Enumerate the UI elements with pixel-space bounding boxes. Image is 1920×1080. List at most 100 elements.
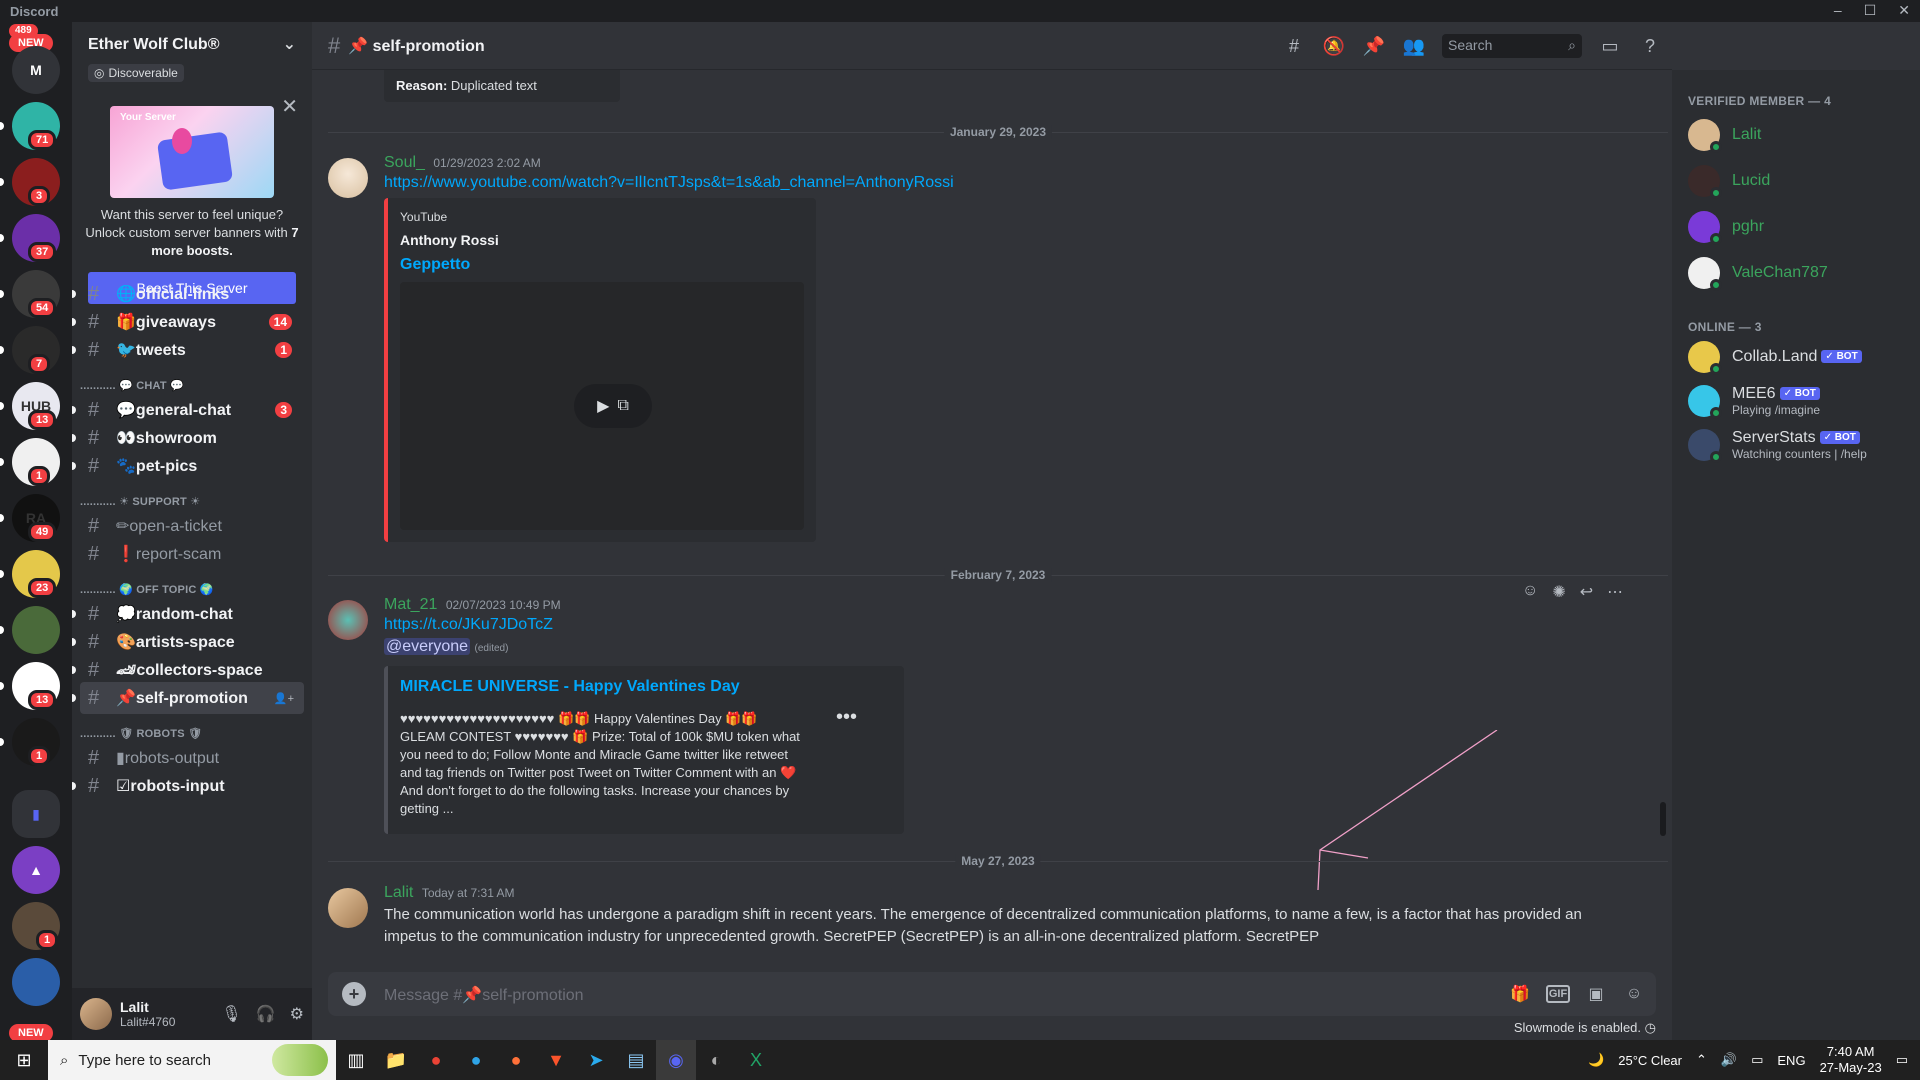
maximize-icon[interactable]: ☐ <box>1864 2 1877 19</box>
category-support[interactable]: ........... ☀ SUPPORT ☀ <box>80 495 200 508</box>
reply-icon[interactable]: ↩ <box>1580 582 1593 602</box>
minimize-icon[interactable]: – <box>1834 2 1842 19</box>
telegram-icon[interactable]: ➤ <box>576 1040 616 1080</box>
guild-item[interactable]: ▲ <box>12 846 60 894</box>
unread-indicator <box>0 178 4 186</box>
threads-icon[interactable]: # <box>1282 34 1306 58</box>
member-item[interactable]: MEE6 ✓ BOT Playing /imagine <box>1688 380 1908 422</box>
channel-name: ❗report-scam <box>116 546 222 563</box>
member-item[interactable]: Lalit <box>1688 114 1908 156</box>
add-reaction-icon[interactable]: ☺ <box>1522 582 1538 602</box>
channel-item[interactable]: # ☑robots-input <box>72 770 304 802</box>
discoverable-badge: ◎ Discoverable <box>88 64 184 82</box>
member-item[interactable]: Collab.Land ✓ BOT <box>1688 336 1908 378</box>
clock[interactable]: 7:40 AM 27-May-23 <box>1820 1044 1882 1076</box>
server-header[interactable]: Ether Wolf Club® ⌄ <box>72 22 312 68</box>
channel-item[interactable]: # ❗report-scam <box>80 538 304 570</box>
discord-taskbar-icon[interactable]: ◉ <box>656 1040 696 1080</box>
folder-icon[interactable]: ▮ <box>12 790 60 838</box>
pin-icon[interactable]: 📌 <box>1362 34 1386 58</box>
inbox-icon[interactable]: ▭ <box>1598 34 1622 58</box>
embed-author[interactable]: Anthony Rossi <box>400 232 499 248</box>
video-thumbnail[interactable]: ▶ ⧉ <box>400 282 804 530</box>
category-chat[interactable]: ........... 💬 CHAT 💬 <box>80 379 184 392</box>
firefox-icon[interactable]: ● <box>496 1040 536 1080</box>
member-item[interactable]: pghr <box>1688 206 1908 248</box>
more-icon[interactable]: ⋯ <box>1607 582 1623 602</box>
excel-icon[interactable]: X <box>736 1040 776 1080</box>
guild-badge: 23 <box>28 578 57 598</box>
member-list: VERIFIED MEMBER — 4 Lalit Lucid pghr ValeCh… <box>1672 70 1920 1040</box>
scrollbar-thumb[interactable] <box>1660 802 1666 836</box>
channel-item[interactable]: # 🐦tweets 1 <box>72 334 304 366</box>
invite-icon[interactable]: 👤+ <box>274 692 294 705</box>
volume-icon[interactable]: 🔊 <box>1721 1052 1737 1068</box>
message-input[interactable]: Message #📌self-promotion <box>384 985 584 1005</box>
channel-item[interactable]: # 📌self-promotion 👤+ <box>72 682 304 714</box>
file-explorer-icon[interactable]: 📁 <box>376 1040 416 1080</box>
guild-item[interactable] <box>12 606 60 654</box>
guild-m[interactable]: M <box>12 46 60 94</box>
gear-icon[interactable]: ⚙ <box>290 1004 304 1024</box>
message-timestamp: 02/07/2023 10:49 PM <box>445 598 561 612</box>
avatar[interactable] <box>80 998 112 1030</box>
notification-bell-muted-icon[interactable]: 🔕 <box>1322 34 1346 58</box>
emoji-icon[interactable]: ☺ <box>1622 982 1646 1006</box>
add-attachment-button[interactable]: + <box>342 982 366 1006</box>
add-super-reaction-icon[interactable]: ✺ <box>1552 582 1565 602</box>
notification-center-icon[interactable]: ▭ <box>1896 1052 1908 1068</box>
weather-text[interactable]: 25°C Clear <box>1618 1053 1682 1068</box>
mention-everyone[interactable]: @everyone <box>384 638 471 655</box>
member-item[interactable]: Lucid <box>1688 160 1908 202</box>
headphones-icon[interactable]: 🎧 <box>256 1004 276 1024</box>
embed-title[interactable]: Geppetto <box>400 256 470 274</box>
sticker-icon[interactable]: ▣ <box>1584 982 1608 1006</box>
online-header: ONLINE — 3 <box>1688 320 1762 334</box>
language-indicator[interactable]: ENG <box>1777 1053 1805 1068</box>
chevron-up-icon[interactable]: ⌃ <box>1696 1052 1707 1068</box>
message-author[interactable]: Soul_ <box>384 154 425 171</box>
message-author[interactable]: Lalit <box>384 884 413 901</box>
guild-item[interactable] <box>12 958 60 1006</box>
avatar[interactable] <box>328 600 368 640</box>
app-icon[interactable]: ◐ <box>696 1040 736 1080</box>
category-off-topic[interactable]: ........... 🌍 OFF TOPIC 🌍 <box>80 583 214 596</box>
chevron-down-icon[interactable]: ⌄ <box>283 34 296 54</box>
channel-name: 💬general-chat <box>116 402 232 419</box>
unread-indicator <box>0 682 4 690</box>
member-item[interactable]: ServerStats ✓ BOT Watching counters | /hel… <box>1688 424 1908 466</box>
discoverable-label: Discoverable <box>108 66 178 80</box>
message-composer[interactable]: + Message #📌self-promotion 🎁 GIF ▣ ☺ <box>328 972 1656 1016</box>
tco-link[interactable]: https://t.co/JKu7JDoTcZ <box>384 616 553 634</box>
play-button[interactable]: ▶ ⧉ <box>574 384 652 428</box>
edge-icon[interactable]: ● <box>456 1040 496 1080</box>
brave-icon[interactable]: ▼ <box>536 1040 576 1080</box>
member-name: Collab.Land <box>1732 348 1818 365</box>
embed-title[interactable]: MIRACLE UNIVERSE - Happy Valentines Day <box>400 678 740 696</box>
search-input[interactable]: Search ⌕ <box>1442 34 1582 58</box>
notepad-icon[interactable]: ▤ <box>616 1040 656 1080</box>
network-icon[interactable]: ▭ <box>1751 1052 1763 1068</box>
youtube-link[interactable]: https://www.youtube.com/watch?v=IlIcntTJ… <box>384 174 954 192</box>
chrome-icon[interactable]: ● <box>416 1040 456 1080</box>
avatar[interactable] <box>328 158 368 198</box>
avatar[interactable] <box>328 888 368 928</box>
category-robots[interactable]: ........... 🛡 ROBOTS 🛡 <box>80 727 202 740</box>
search-placeholder: Search <box>1448 37 1493 53</box>
help-icon[interactable]: ? <box>1638 34 1662 58</box>
clock-date: 27-May-23 <box>1819 1060 1882 1075</box>
message-author[interactable]: Mat_21 <box>384 596 437 613</box>
online-status <box>1710 451 1722 463</box>
windows-start-icon[interactable]: ⊞ <box>0 1040 48 1080</box>
member-list-icon[interactable]: 👥 <box>1402 34 1426 58</box>
microphone-icon[interactable]: 🎙 <box>221 1004 241 1024</box>
more-options-icon[interactable]: ••• <box>836 706 857 729</box>
gif-icon[interactable]: GIF <box>1546 985 1570 1003</box>
channel-item[interactable]: # 🐾pet-pics <box>72 450 304 482</box>
taskbar-search-input[interactable]: ⌕ Type here to search <box>48 1040 336 1080</box>
task-view-icon[interactable]: ▥ <box>336 1040 376 1080</box>
close-icon[interactable]: ✕ <box>281 94 298 119</box>
gift-icon[interactable]: 🎁 <box>1508 982 1532 1006</box>
close-window-icon[interactable]: ✕ <box>1898 2 1910 19</box>
member-item[interactable]: ValeChan787 <box>1688 252 1908 294</box>
